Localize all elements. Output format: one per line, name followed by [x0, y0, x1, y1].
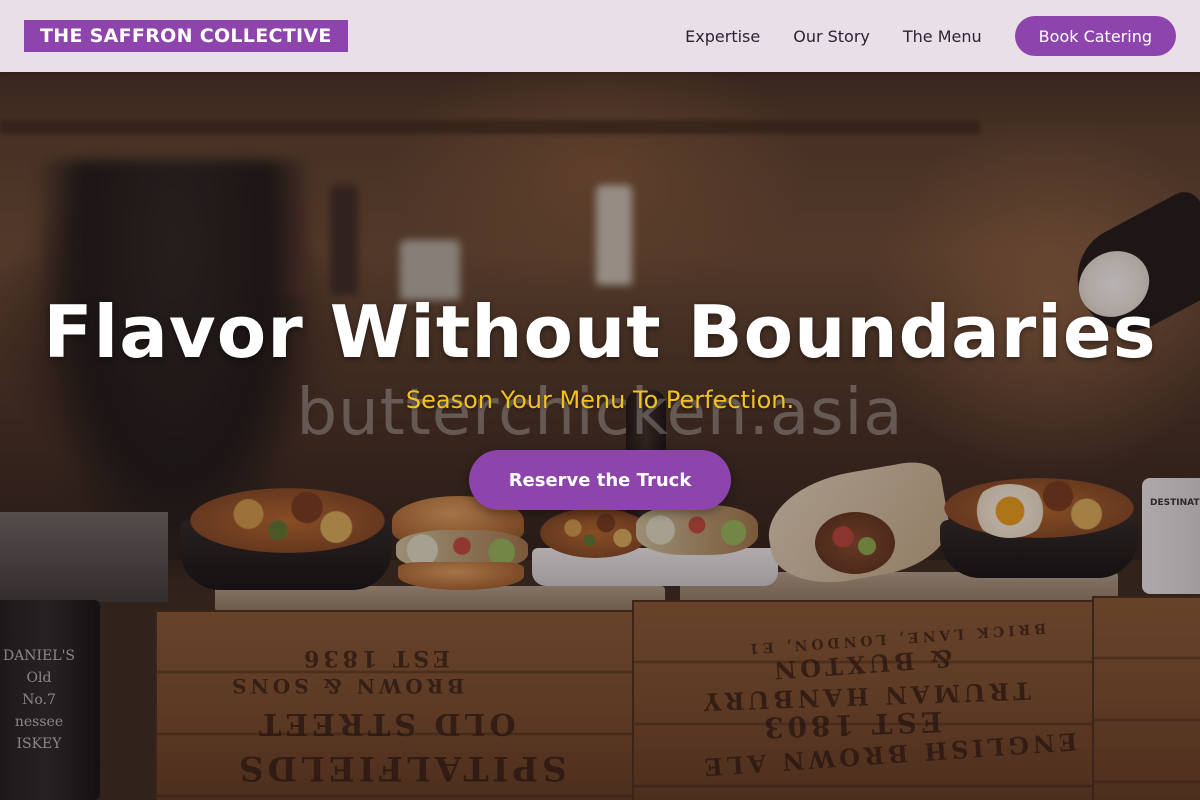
nav-link-expertise[interactable]: Expertise [685, 27, 760, 46]
book-catering-button[interactable]: Book Catering [1014, 16, 1176, 56]
reserve-truck-button[interactable]: Reserve the Truck [469, 450, 731, 510]
nav-link-our-story[interactable]: Our Story [793, 27, 870, 46]
nav-link-the-menu[interactable]: The Menu [903, 27, 982, 46]
brand-logo[interactable]: THE SAFFRON COLLECTIVE [24, 20, 348, 52]
landing-page: DANIEL'S Old No.7 nessee ISKEY EST 1836 … [0, 0, 1200, 800]
hero-title: Flavor Without Boundaries [43, 290, 1157, 374]
hero-subtitle: Season Your Menu To Perfection. [405, 386, 795, 414]
top-navbar: THE SAFFRON COLLECTIVE Expertise Our Sto… [0, 0, 1200, 72]
hero-section: Flavor Without Boundaries Season Your Me… [0, 290, 1200, 510]
nav-menu: Expertise Our Story The Menu Book Cateri… [685, 16, 1176, 56]
